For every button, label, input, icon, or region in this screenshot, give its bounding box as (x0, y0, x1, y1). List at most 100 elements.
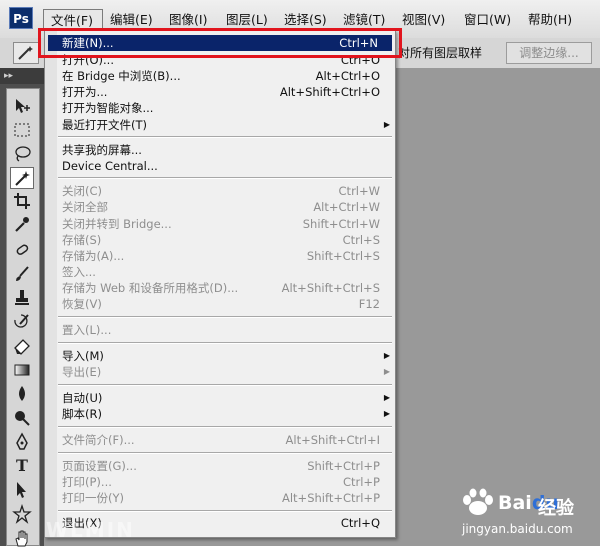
menu-separator (58, 426, 392, 428)
brush-tool-icon[interactable] (10, 264, 34, 286)
menu-item-label: 打印一份(Y) (62, 491, 124, 505)
menu-item-shortcut: Shift+Ctrl+P (307, 459, 380, 473)
menu-separator (58, 452, 392, 454)
eyedropper-tool-icon[interactable] (10, 214, 34, 236)
menu-item-shortcut: Alt+Ctrl+W (313, 200, 380, 214)
menu-item-label: 打印(P)... (62, 475, 112, 489)
dodge-tool-icon[interactable] (10, 408, 34, 430)
menu-item-label: 置入(L)... (62, 323, 112, 337)
menu-view[interactable]: 视图(V) (402, 9, 445, 31)
path-selection-tool-icon[interactable] (10, 480, 34, 502)
menu-item-export[interactable]: 导出(E) ▶ (62, 364, 390, 380)
submenu-arrow-icon: ▶ (383, 120, 390, 129)
menu-item-shortcut: Shift+Ctrl+S (306, 249, 380, 263)
menu-item-label: 关闭全部 (62, 200, 108, 214)
blur-tool-icon[interactable] (10, 384, 34, 406)
menu-item-label: 存储为 Web 和设备所用格式(D)... (62, 281, 239, 295)
baidu-paw-icon (458, 488, 498, 518)
photoshop-logo-icon: Ps (9, 7, 33, 29)
refine-edge-button[interactable]: 调整边缘... (506, 42, 592, 64)
menu-item-save-for-web[interactable]: 存储为 Web 和设备所用格式(D)... Alt+Shift+Ctrl+S (62, 280, 380, 296)
healing-brush-tool-icon[interactable] (10, 240, 34, 262)
menu-item-import[interactable]: 导入(M) ▶ (62, 348, 390, 364)
custom-shape-tool-icon[interactable] (10, 503, 34, 526)
submenu-arrow-icon: ▶ (383, 393, 390, 402)
menu-item-shortcut: Ctrl+S (342, 233, 380, 247)
menu-item-label: 导出(E) (62, 365, 102, 379)
menu-item-shortcut: Ctrl+W (338, 184, 380, 198)
menu-item-shortcut: Alt+Shift+Ctrl+O (279, 85, 380, 99)
menu-item-label: 导入(M) (62, 349, 104, 363)
type-tool-icon[interactable]: T (10, 456, 34, 478)
menu-help[interactable]: 帮助(H) (528, 9, 572, 31)
sample-all-layers-label[interactable]: 对所有图层取样 (398, 44, 482, 61)
menu-item-label: 页面设置(G)... (62, 459, 137, 473)
current-tool-preset-icon[interactable] (13, 42, 39, 64)
menu-item-place[interactable]: 置入(L)... (62, 322, 380, 338)
menu-separator (58, 510, 392, 512)
menu-icon-gutter (45, 31, 57, 537)
menu-item-check-in[interactable]: 签入... (62, 264, 380, 280)
menu-item-label: 打开为智能对象... (62, 101, 154, 115)
menu-item-browse-in-bridge[interactable]: 在 Bridge 中浏览(B)... Alt+Ctrl+O (62, 68, 380, 84)
submenu-arrow-icon: ▶ (383, 409, 390, 418)
watermark-url: jingyan.baidu.com (462, 522, 573, 536)
menu-item-open-as[interactable]: 打开为... Alt+Shift+Ctrl+O (62, 84, 380, 100)
menu-separator (58, 136, 392, 138)
menu-item-label: 打开为... (62, 85, 108, 99)
menu-separator (58, 177, 392, 179)
menu-item-print-one-copy[interactable]: 打印一份(Y) Alt+Shift+Ctrl+P (62, 490, 380, 506)
menu-item-shortcut: Ctrl+P (342, 475, 380, 489)
menu-item-open-recent[interactable]: 最近打开文件(T) ▶ (62, 117, 390, 133)
menu-item-label: Device Central... (62, 159, 158, 173)
menu-item-label: 文件简介(F)... (62, 433, 135, 447)
menu-window[interactable]: 窗口(W) (464, 9, 511, 31)
menu-item-shortcut: Alt+Shift+Ctrl+I (285, 433, 380, 447)
menu-item-close-and-go-to-bridge[interactable]: 关闭并转到 Bridge... Shift+Ctrl+W (62, 216, 380, 232)
menu-item-shortcut: F12 (358, 297, 380, 311)
menu-item-label: 自动(U) (62, 391, 103, 405)
menu-item-label: 脚本(R) (62, 407, 102, 421)
menu-item-automate[interactable]: 自动(U) ▶ (62, 390, 390, 406)
menu-item-shortcut: Shift+Ctrl+W (302, 217, 380, 231)
menu-item-scripts[interactable]: 脚本(R) ▶ (62, 406, 390, 422)
menu-item-label: 签入... (62, 265, 96, 279)
menu-item-shortcut: Alt+Shift+Ctrl+P (281, 491, 380, 505)
menu-item-revert[interactable]: 恢复(V) F12 (62, 296, 380, 312)
menu-item-save-as[interactable]: 存储为(A)... Shift+Ctrl+S (62, 248, 380, 264)
pen-tool-icon[interactable] (10, 432, 34, 454)
crop-tool-icon[interactable] (10, 191, 34, 213)
history-brush-tool-icon[interactable] (10, 312, 34, 334)
toolbox-collapse-icon[interactable]: ▸▸ (0, 68, 44, 84)
clone-stamp-tool-icon[interactable] (10, 288, 34, 310)
submenu-arrow-icon: ▶ (383, 351, 390, 360)
marquee-tool-icon[interactable] (10, 120, 34, 142)
menu-separator (58, 384, 392, 386)
menu-item-shortcut: Alt+Shift+Ctrl+S (281, 281, 380, 295)
menu-item-save[interactable]: 存储(S) Ctrl+S (62, 232, 380, 248)
hand-tool-icon[interactable] (10, 528, 34, 550)
brand-bai: Bai (498, 492, 532, 514)
menu-item-device-central[interactable]: Device Central... (62, 158, 380, 174)
move-tool-icon[interactable] (10, 96, 34, 118)
annotation-highlight-box (38, 28, 402, 58)
watermark-left: WLMIN (46, 518, 135, 542)
menu-item-share-screen[interactable]: 共享我的屏幕... (62, 142, 380, 158)
magic-wand-tool-icon[interactable] (10, 167, 34, 189)
menu-item-file-info[interactable]: 文件简介(F)... Alt+Shift+Ctrl+I (62, 432, 380, 448)
submenu-arrow-icon: ▶ (383, 367, 390, 376)
eraser-tool-icon[interactable] (10, 336, 34, 358)
menu-item-close[interactable]: 关闭(C) Ctrl+W (62, 183, 380, 199)
menu-item-label: 恢复(V) (62, 297, 102, 311)
gradient-tool-icon[interactable] (10, 360, 34, 382)
menu-item-label: 关闭(C) (62, 184, 103, 198)
menu-item-close-all[interactable]: 关闭全部 Alt+Ctrl+W (62, 199, 380, 215)
menu-item-label: 关闭并转到 Bridge... (62, 217, 172, 231)
menu-item-open-as-smart-object[interactable]: 打开为智能对象... (62, 100, 380, 116)
menu-item-label: 在 Bridge 中浏览(B)... (62, 69, 181, 83)
lasso-tool-icon[interactable] (10, 144, 34, 166)
menu-item-label: 存储为(A)... (62, 249, 125, 263)
menu-separator (58, 316, 392, 318)
menu-item-print[interactable]: 打印(P)... Ctrl+P (62, 474, 380, 490)
menu-item-page-setup[interactable]: 页面设置(G)... Shift+Ctrl+P (62, 458, 380, 474)
